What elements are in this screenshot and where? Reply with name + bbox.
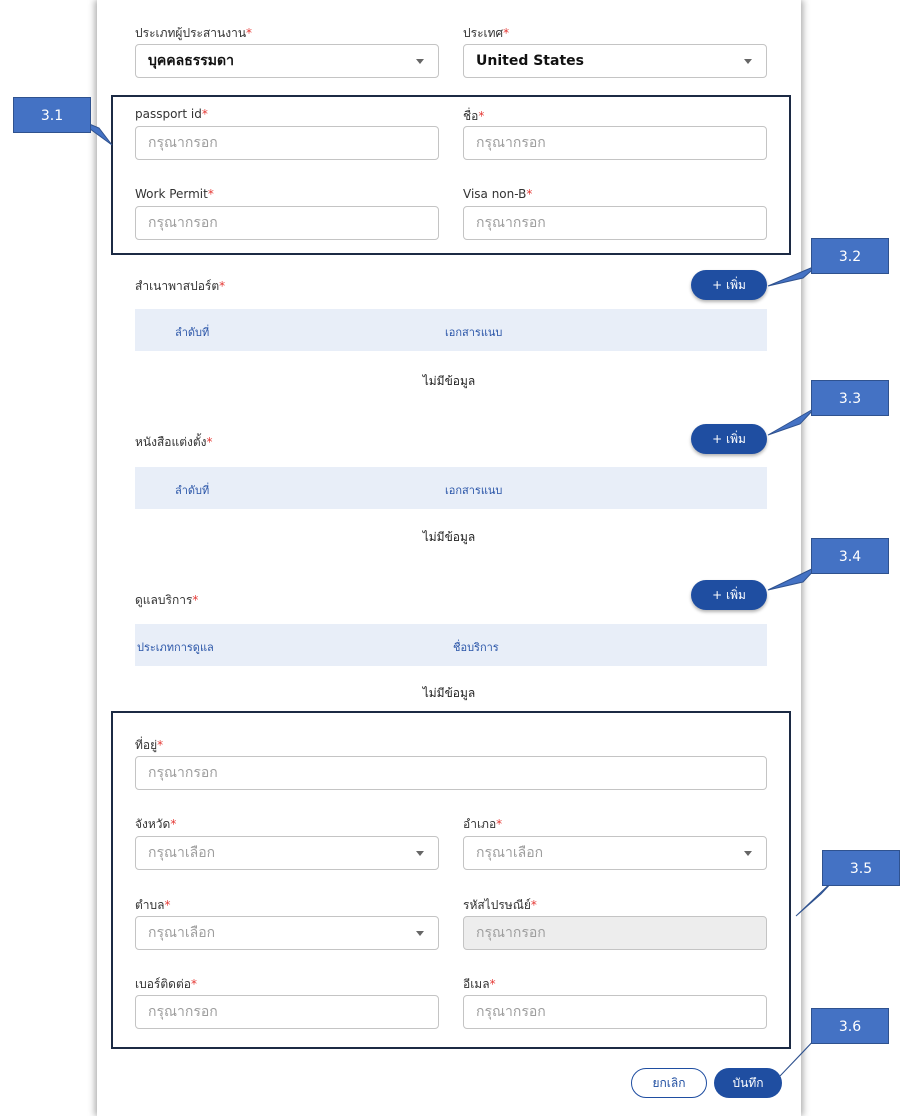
save-button[interactable]: บันทึก [714, 1068, 782, 1098]
passport-copy-title: สำเนาพาสปอร์ต* [135, 279, 226, 293]
operator-type-select[interactable]: บุคคลธรรมดา [135, 44, 439, 78]
add-appointment-button[interactable]: + เพิ่ม [691, 424, 767, 454]
country-label: ประเทศ* [463, 26, 510, 40]
appointment-empty: ไม่มีข้อมูล [422, 530, 476, 544]
service-care-title: ดูแลบริการ* [135, 593, 199, 607]
column-header: ลำดับที่ [175, 484, 210, 497]
callout-3-3: 3.3 [811, 380, 889, 416]
column-header: เอกสารแนบ [445, 484, 503, 497]
add-service-care-button[interactable]: + เพิ่ม [691, 580, 767, 610]
chevron-down-icon [744, 59, 752, 64]
passport-copy-table-header: ลำดับที่ เอกสารแนบ [135, 309, 767, 351]
appointment-title: หนังสือแต่งตั้ง* [135, 435, 213, 449]
column-header: ประเภทการดูแล [137, 641, 214, 654]
column-header: ชื่อบริการ [453, 641, 499, 654]
annotation-box-3-5 [111, 711, 791, 1049]
annotation-box-3-1 [111, 95, 791, 255]
callout-3-2: 3.2 [811, 238, 889, 274]
operator-type-label: ประเภทผู้ประสานงาน* [135, 26, 253, 40]
country-select[interactable]: United States [463, 44, 767, 78]
callout-3-6: 3.6 [811, 1008, 889, 1044]
service-care-table-header: ประเภทการดูแล ชื่อบริการ [135, 624, 767, 666]
add-passport-copy-button[interactable]: + เพิ่ม [691, 270, 767, 300]
column-header: ลำดับที่ [175, 326, 210, 339]
service-care-empty: ไม่มีข้อมูล [422, 686, 476, 700]
chevron-down-icon [416, 59, 424, 64]
callout-3-4: 3.4 [811, 538, 889, 574]
callout-3-5: 3.5 [822, 850, 900, 886]
cancel-button[interactable]: ยกเลิก [631, 1068, 707, 1098]
callout-3-1: 3.1 [13, 97, 91, 133]
appointment-table-header: ลำดับที่ เอกสารแนบ [135, 467, 767, 509]
passport-copy-empty: ไม่มีข้อมูล [422, 374, 476, 388]
column-header: เอกสารแนบ [445, 326, 503, 339]
